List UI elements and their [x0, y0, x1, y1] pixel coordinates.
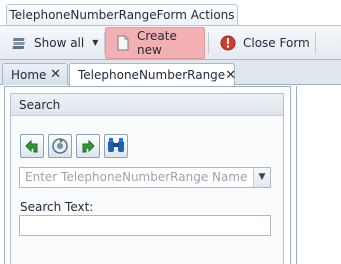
search-text-label: Search Text:	[20, 200, 94, 214]
search-header: Search	[11, 94, 283, 116]
tab-telephone-number-range[interactable]: TelephoneNumberRange ✕	[69, 63, 236, 86]
create-new-label: Create new	[137, 29, 177, 57]
toolbar-separator	[208, 32, 209, 54]
name-combobox-placeholder: Enter TelephoneNumberRange Name	[25, 170, 248, 184]
close-icon[interactable]: ✕	[225, 68, 236, 83]
search-text-input[interactable]	[19, 215, 271, 236]
close-form-button[interactable]: Close Form	[212, 26, 312, 59]
forward-arrow-icon[interactable]	[76, 134, 100, 158]
binoculars-icon[interactable]	[104, 134, 128, 158]
back-arrow-icon[interactable]	[20, 134, 44, 158]
create-new-button[interactable]: Create new	[105, 27, 205, 59]
content-area	[296, 86, 341, 264]
close-icon[interactable]: ✕	[50, 67, 61, 82]
layers-icon	[12, 35, 28, 51]
document-tab-strip: Home ✕ TelephoneNumberRange ✕	[0, 60, 341, 86]
tab-home[interactable]: Home ✕	[2, 63, 68, 85]
chevron-down-icon: ▼	[92, 38, 99, 47]
show-all-button[interactable]: Show all ▼	[4, 26, 102, 59]
ribbon-tab-title[interactable]: TelephoneNumberRangeForm Actions	[6, 4, 238, 26]
close-circle-icon	[220, 35, 236, 51]
toolbar: Show all ▼ Create new Close Form	[0, 25, 341, 60]
tab-telephone-number-range-label: TelephoneNumberRange	[78, 68, 226, 82]
toolbar-separator	[315, 32, 316, 54]
tab-home-label: Home	[11, 67, 47, 82]
refresh-icon[interactable]	[48, 134, 72, 158]
new-document-icon	[116, 35, 130, 51]
chevron-down-icon[interactable]: ▼	[253, 168, 270, 187]
close-form-label: Close Form	[243, 35, 310, 50]
show-all-label: Show all	[34, 35, 85, 50]
